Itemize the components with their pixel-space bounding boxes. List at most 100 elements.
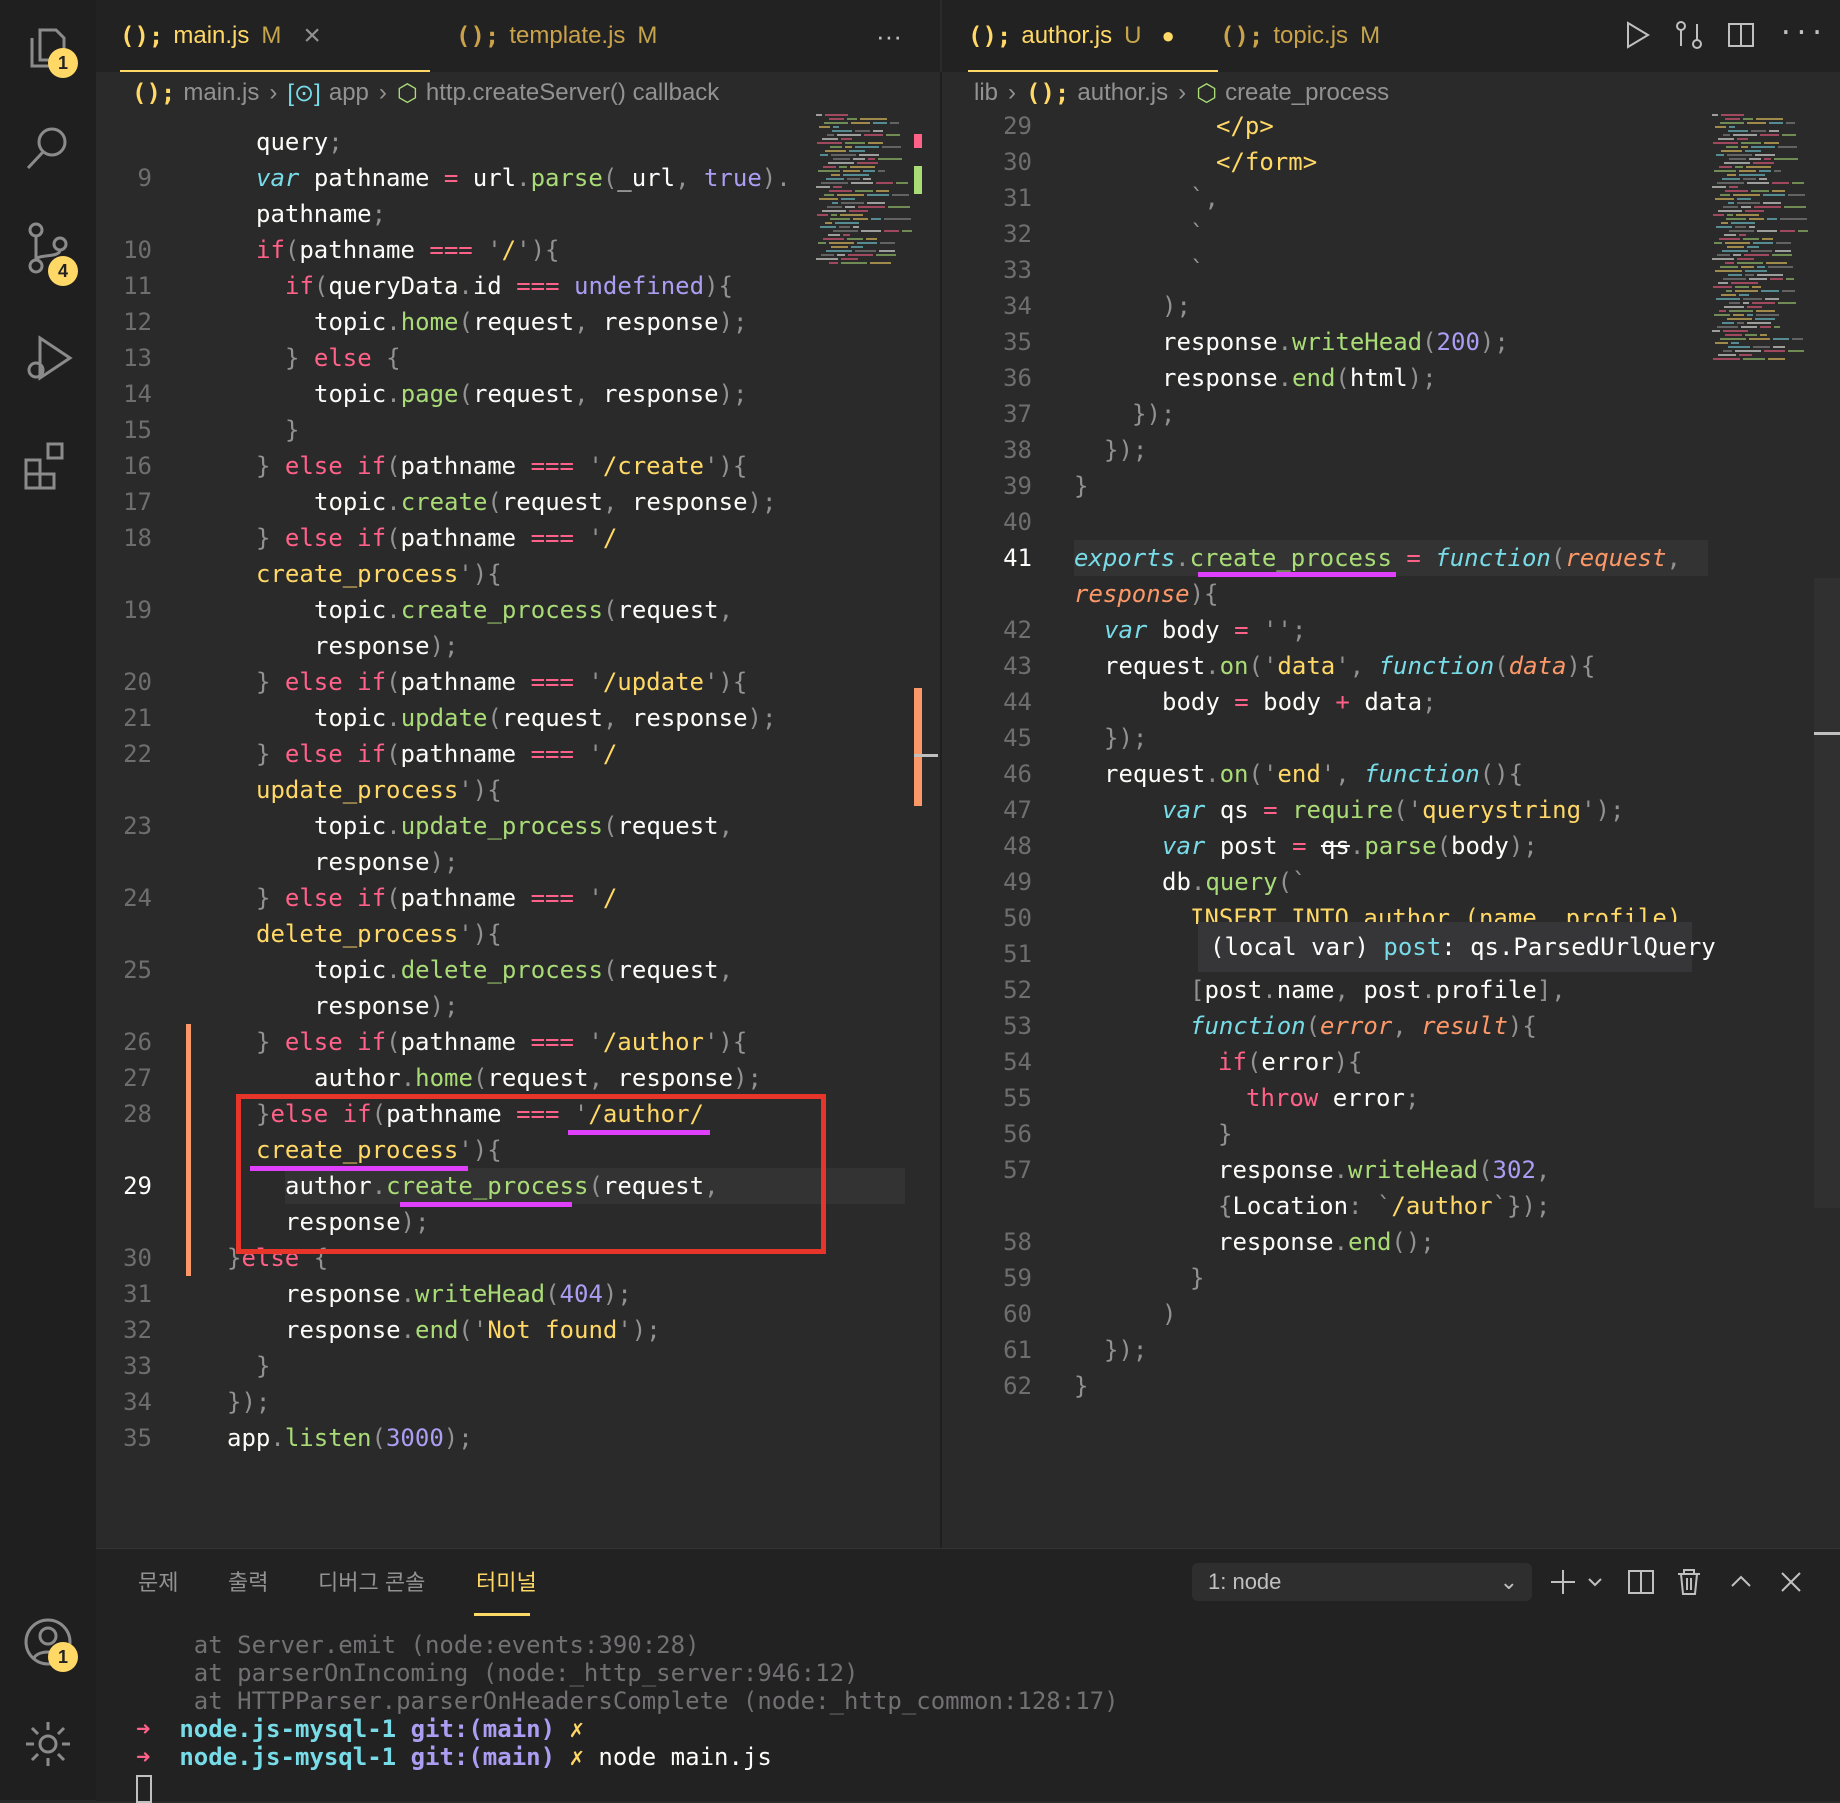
compare-changes-icon[interactable]: [1674, 20, 1704, 50]
minimap-stroke: [853, 218, 868, 220]
tab-template-js[interactable]: (); template.js M: [360, 0, 657, 72]
extensions-icon[interactable]: [22, 438, 74, 490]
minimap-stroke: [1712, 186, 1726, 188]
scrollbar-thumb[interactable]: [1814, 732, 1840, 735]
tab-debug-console[interactable]: 디버그 콘솔: [318, 1565, 425, 1597]
git-modified-marker: [186, 1024, 191, 1276]
close-panel-icon[interactable]: [1776, 1567, 1806, 1597]
minimap-stroke: [1770, 278, 1783, 280]
split-editor-icon[interactable]: [1726, 20, 1756, 50]
maximize-panel-icon[interactable]: [1726, 1567, 1756, 1597]
minimap-stroke: [826, 250, 852, 252]
tab-terminal[interactable]: 터미널: [476, 1565, 537, 1597]
minimap-stroke: [818, 170, 840, 172]
code-line: });: [1104, 436, 1148, 464]
line-number: 48: [1003, 832, 1032, 860]
breadcrumb-item[interactable]: lib: [974, 79, 998, 107]
minimap-stroke: [829, 190, 852, 192]
more-actions-icon[interactable]: ···: [1778, 20, 1825, 50]
minimap-stroke: [1774, 170, 1781, 172]
terminal-select-value: 1: node: [1208, 1569, 1282, 1594]
minimap-stroke: [863, 178, 871, 180]
minimap-stroke: [829, 262, 838, 264]
minimap-stroke: [1715, 270, 1742, 272]
line-number: 24: [123, 884, 152, 912]
minimap-stroke: [1741, 146, 1748, 148]
minimap-stroke: [1756, 314, 1779, 316]
minimap-stroke: [816, 186, 830, 188]
search-icon[interactable]: [22, 122, 74, 174]
minimap-stroke: [1729, 310, 1753, 312]
scrollbar[interactable]: [1814, 578, 1840, 1208]
minimap-stroke: [817, 142, 842, 144]
more-actions-icon[interactable]: ···: [876, 0, 902, 72]
minimap-stroke: [873, 122, 887, 124]
run-icon[interactable]: [1622, 20, 1652, 50]
breadcrumb-item[interactable]: app: [329, 79, 369, 107]
minimap-stroke: [1753, 346, 1770, 348]
minimap-stroke: [1715, 342, 1728, 344]
prompt-arrow: ➜: [136, 1743, 151, 1771]
breadcrumb-item[interactable]: http.createServer() callback: [426, 79, 719, 107]
breadcrumb: (); main.js › [⊙] app › ⬡ http.createSer…: [132, 72, 719, 114]
chevron-down-icon[interactable]: [1580, 1567, 1602, 1597]
js-file-icon: ();: [1026, 79, 1070, 107]
minimap-stroke: [833, 230, 858, 232]
terminal[interactable]: at Server.emit (node:events:390:28) at p…: [96, 1631, 1840, 1803]
trash-icon[interactable]: [1674, 1567, 1704, 1597]
tab-topic-js[interactable]: (); topic.js M: [1220, 0, 1380, 72]
author-js-editor[interactable]: 29 30 31 32 33 34 35 36 37 38 39 40 41 42 43 44 45 46 47 48…: [942, 114, 1840, 1544]
close-icon[interactable]: ×: [303, 19, 321, 53]
minimap-stroke: [1764, 350, 1785, 352]
code-line: }: [1218, 1120, 1233, 1148]
terminal-select[interactable]: 1: node ⌄: [1192, 1563, 1532, 1601]
minimap-stroke: [830, 218, 850, 220]
minimap-stroke: [1735, 350, 1761, 352]
minimap-stroke: [855, 130, 870, 132]
minimap[interactable]: [816, 114, 916, 294]
minimap-stroke: [1723, 278, 1746, 280]
minimap-stroke: [858, 206, 885, 208]
scrollbar-thumb[interactable]: [914, 754, 938, 757]
minimap-stroke: [1762, 238, 1773, 240]
code-line: throw error;: [1246, 1084, 1420, 1112]
minimap[interactable]: [1712, 114, 1822, 414]
code-line: } else if(pathname === '/: [256, 740, 618, 768]
minimap-stroke: [1721, 150, 1742, 152]
new-terminal-icon[interactable]: [1548, 1567, 1578, 1597]
split-terminal-icon[interactable]: [1626, 1567, 1656, 1597]
unsaved-dot-icon[interactable]: ●: [1161, 23, 1174, 49]
current-code-line: exports.create_process = function(reques…: [1074, 540, 1708, 576]
annotation-underline: [1198, 572, 1396, 577]
code-line: } else if(pathname === '/: [256, 884, 618, 912]
line-number: [96, 124, 152, 160]
minimap-stroke: [840, 214, 863, 216]
settings-gear-icon[interactable]: [22, 1718, 74, 1770]
minimap-stroke: [1769, 122, 1783, 124]
breadcrumb-item[interactable]: create_process: [1225, 79, 1389, 107]
line-number: 12: [123, 308, 152, 336]
minimap-stroke: [841, 138, 852, 140]
tab-problems[interactable]: 문제: [138, 1565, 178, 1597]
minimap-stroke: [1774, 326, 1780, 328]
main-js-editor[interactable]: 9 10 11 12 13 14 15 16 17 18 19 20 21 22 23 24 25 26 27 28 2…: [96, 114, 940, 1544]
tab-author-js[interactable]: (); author.js U ●: [968, 0, 1175, 72]
run-debug-icon[interactable]: [22, 332, 74, 384]
line-number: 40: [1003, 508, 1032, 536]
code-line: response.writeHead(302,: [1218, 1156, 1551, 1184]
breadcrumb-item[interactable]: author.js: [1077, 79, 1168, 107]
tab-output[interactable]: 출력: [228, 1565, 268, 1597]
line-number: 14: [123, 380, 152, 408]
minimap-stroke: [841, 262, 867, 264]
left-tab-bar: (); main.js M × (); template.js M ···: [96, 0, 940, 72]
minimap-stroke: [857, 162, 878, 164]
chevron-down-icon: ⌄: [1499, 1569, 1518, 1594]
minimap-stroke: [1716, 154, 1724, 156]
minimap-stroke: [1772, 254, 1792, 256]
annotation-underline: [250, 1166, 468, 1171]
minimap-stroke: [828, 234, 840, 236]
breadcrumb-item[interactable]: main.js: [183, 79, 259, 107]
minimap-stroke: [1729, 230, 1754, 232]
minimap-stroke: [863, 170, 875, 172]
tab-status: M: [637, 22, 658, 49]
